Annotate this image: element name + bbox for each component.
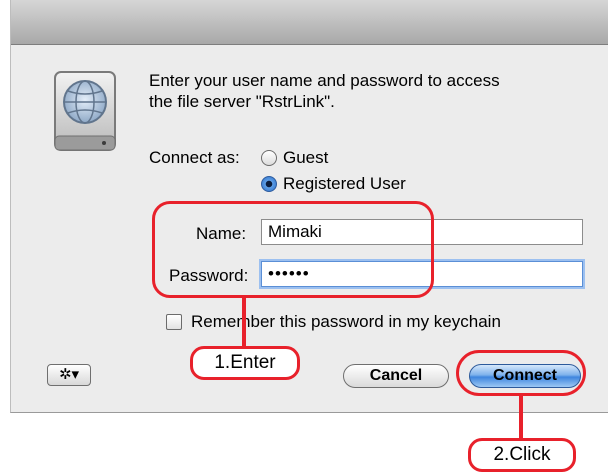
- dialog-titlebar[interactable]: [11, 0, 608, 45]
- gear-icon: ✲▾: [58, 366, 80, 383]
- radio-registered-user[interactable]: [261, 176, 277, 192]
- enter-highlight-box: [152, 201, 434, 298]
- click-connector-line: [519, 396, 523, 440]
- radio-registered-user-label[interactable]: Registered User: [283, 174, 406, 194]
- radio-guest[interactable]: [261, 150, 277, 166]
- message-line-1: Enter your user name and password to acc…: [149, 71, 500, 90]
- dialog-message: Enter your user name and password to acc…: [149, 70, 569, 112]
- cancel-button[interactable]: Cancel: [343, 364, 449, 388]
- gear-menu-button[interactable]: ✲▾: [47, 364, 91, 386]
- click-callout: 2.Click: [468, 438, 576, 472]
- file-server-icon: [54, 71, 116, 151]
- connect-as-label: Connect as:: [149, 148, 240, 167]
- remember-password-label[interactable]: Remember this password in my keychain: [191, 312, 501, 332]
- enter-connector-line: [242, 298, 246, 346]
- enter-callout: 1.Enter: [190, 346, 300, 380]
- click-highlight-box: [456, 350, 586, 396]
- message-line-2: the file server "RstrLink".: [149, 92, 335, 111]
- radio-guest-label[interactable]: Guest: [283, 148, 328, 168]
- remember-password-checkbox[interactable]: [166, 314, 182, 330]
